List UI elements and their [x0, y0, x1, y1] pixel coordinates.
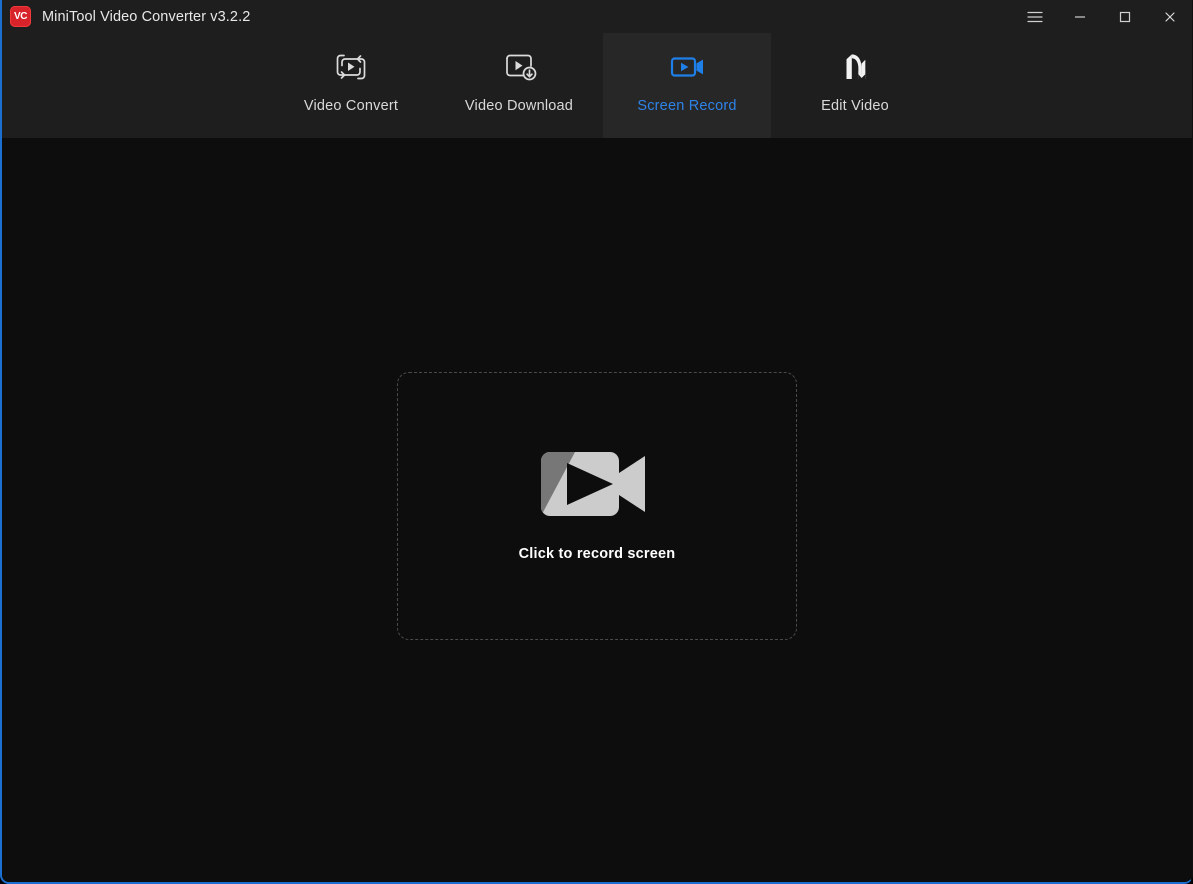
- tab-screen-record[interactable]: Screen Record: [603, 33, 771, 138]
- close-icon: [1164, 11, 1175, 22]
- video-download-icon: [506, 54, 537, 81]
- screen-record-icon: [670, 57, 703, 77]
- window-title: MiniTool Video Converter v3.2.2: [42, 8, 251, 25]
- tab-label-video-convert: Video Convert: [303, 98, 399, 114]
- tab-label-screen-record: Screen Record: [637, 98, 737, 114]
- edit-video-icon-wrap: [835, 46, 875, 88]
- maximize-button[interactable]: [1102, 0, 1147, 33]
- app-logo-text: VC: [14, 10, 27, 22]
- window-controls: [1012, 0, 1192, 33]
- record-screen-dropzone[interactable]: Click to record screen: [397, 372, 797, 640]
- camcorder-icon: [541, 452, 645, 516]
- main-content-area: Click to record screen: [2, 138, 1192, 882]
- app-logo-icon: VC: [10, 6, 31, 27]
- video-convert-icon-wrap: [332, 46, 370, 88]
- hamburger-menu-icon: [1026, 11, 1043, 22]
- edit-video-m-logo-icon: [846, 54, 866, 79]
- tab-video-download[interactable]: Video Download: [435, 33, 603, 138]
- minimize-button[interactable]: [1057, 0, 1102, 33]
- minimize-icon: [1074, 15, 1085, 18]
- hamburger-menu-button[interactable]: [1012, 0, 1057, 33]
- tab-label-video-download: Video Download: [464, 98, 574, 114]
- title-bar: VC MiniTool Video Converter v3.2.2: [2, 0, 1192, 33]
- tab-video-convert[interactable]: Video Convert: [267, 33, 435, 138]
- app-window: VC MiniTool Video Converter v3.2.2 Video…: [0, 0, 1193, 884]
- dropzone-label: Click to record screen: [518, 546, 676, 562]
- maximize-icon: [1119, 11, 1130, 22]
- close-button[interactable]: [1147, 0, 1192, 33]
- tab-edit-video[interactable]: Edit Video: [771, 33, 939, 138]
- main-navigation: Video Convert Video Download Screen Reco…: [2, 33, 1192, 138]
- video-download-icon-wrap: [500, 46, 538, 88]
- video-convert-icon: [336, 54, 366, 80]
- screen-record-icon-wrap: [667, 46, 707, 88]
- tab-label-edit-video: Edit Video: [821, 98, 889, 114]
